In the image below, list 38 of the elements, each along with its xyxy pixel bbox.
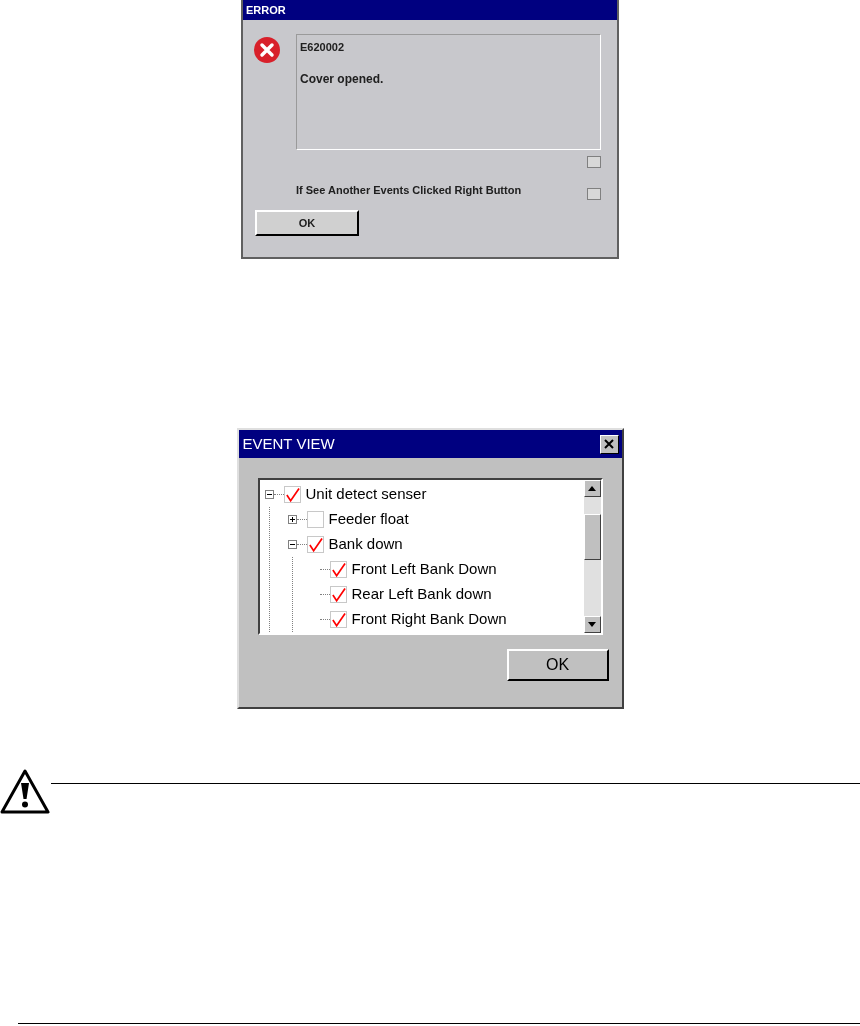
checkbox[interactable]: [329, 561, 347, 578]
checkbox[interactable]: [283, 486, 301, 503]
scrollbar[interactable]: [583, 480, 601, 633]
check-icon: [330, 611, 346, 628]
hint-text: If See Another Events Clicked Right Button: [296, 182, 522, 198]
scroll-down-icon: [588, 622, 596, 627]
minus-icon: [265, 491, 273, 498]
tree-item-label[interactable]: Feeder float: [328, 508, 409, 531]
tree-item-label[interactable]: Front Right Bank Down: [351, 608, 507, 631]
checkbox[interactable]: [306, 511, 324, 528]
close-button[interactable]: [599, 434, 619, 454]
window-title: EVENT VIEW: [242, 433, 335, 454]
collapse-toggle[interactable]: [287, 540, 297, 549]
error-code: E620002: [300, 40, 346, 55]
tree-item-label[interactable]: Front Left Bank Down: [351, 558, 497, 581]
error-message: Cover opened.: [300, 70, 385, 88]
check-icon: [307, 536, 323, 553]
check-icon: [284, 486, 300, 503]
tree-item-label[interactable]: Rear Left Bank down: [351, 583, 492, 606]
plus-icon: [288, 516, 296, 523]
window-title: ERROR: [246, 2, 286, 18]
expand-toggle[interactable]: [287, 515, 297, 524]
minus-icon: [288, 541, 296, 548]
ok-button[interactable]: OK: [255, 210, 359, 236]
ok-button[interactable]: OK: [506, 649, 609, 681]
checkbox[interactable]: [329, 586, 347, 603]
check-icon: [330, 586, 346, 603]
spin-buttons[interactable]: [587, 156, 601, 200]
checkbox[interactable]: [306, 536, 324, 553]
checkbox[interactable]: [329, 611, 347, 628]
error-icon: [253, 36, 281, 64]
check-icon: [330, 561, 346, 578]
scroll-thumb[interactable]: [583, 513, 601, 560]
collapse-toggle[interactable]: [264, 490, 274, 499]
scroll-up-icon: [588, 486, 596, 491]
tree-item-label[interactable]: Unit detect senser: [305, 483, 427, 506]
close-icon: [604, 439, 614, 449]
tree-item-label[interactable]: Bank down: [328, 533, 403, 556]
